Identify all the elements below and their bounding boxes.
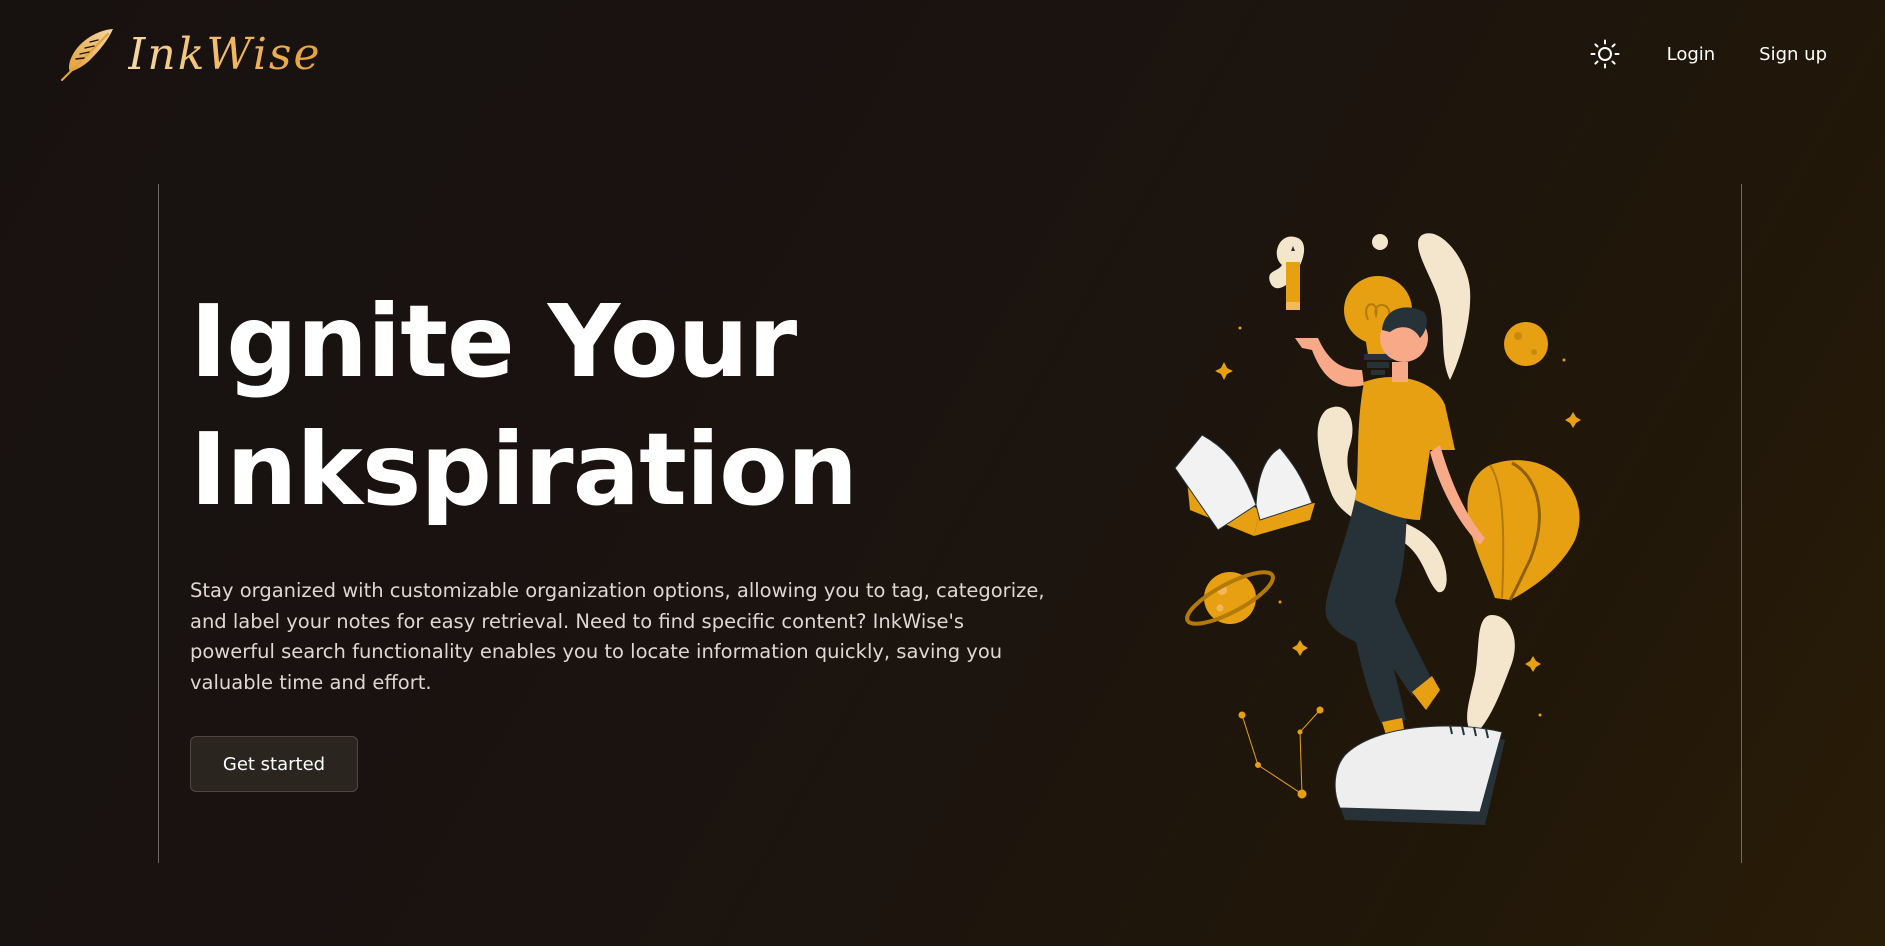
theme-toggle-button[interactable] xyxy=(1589,38,1621,70)
feather-quill-icon xyxy=(60,29,113,82)
login-link[interactable]: Login xyxy=(1667,44,1716,65)
open-book-icon xyxy=(1174,434,1315,536)
person-figure xyxy=(1295,307,1485,748)
signup-link[interactable]: Sign up xyxy=(1759,44,1827,65)
hero-headline-line-2: Inkspiration xyxy=(190,411,858,528)
brand-name: InkWise xyxy=(128,28,322,80)
hero-section: Ignite Your Inkspiration Stay organized … xyxy=(190,278,1070,792)
hero-headline-line-1: Ignite Your xyxy=(190,283,797,400)
brand-logo[interactable]: InkWise xyxy=(58,26,322,82)
right-divider-line xyxy=(1741,184,1742,863)
top-navigation-bar: InkWise Login Sign up xyxy=(0,0,1885,112)
hero-headline: Ignite Your Inkspiration xyxy=(190,278,1070,534)
moon-icon xyxy=(1504,322,1548,366)
hot-air-balloon-icon xyxy=(1467,460,1580,601)
constellation-icon xyxy=(1238,706,1324,799)
header-nav: Login Sign up xyxy=(1589,38,1827,70)
get-started-button[interactable]: Get started xyxy=(190,736,358,792)
left-divider-line xyxy=(158,184,159,863)
hero-illustration xyxy=(1174,233,1581,825)
hero-description: Stay organized with customizable organiz… xyxy=(190,579,1045,694)
sun-icon xyxy=(1590,39,1620,69)
notebook-platform-icon xyxy=(1334,724,1505,825)
ringed-planet-icon xyxy=(1185,570,1275,626)
